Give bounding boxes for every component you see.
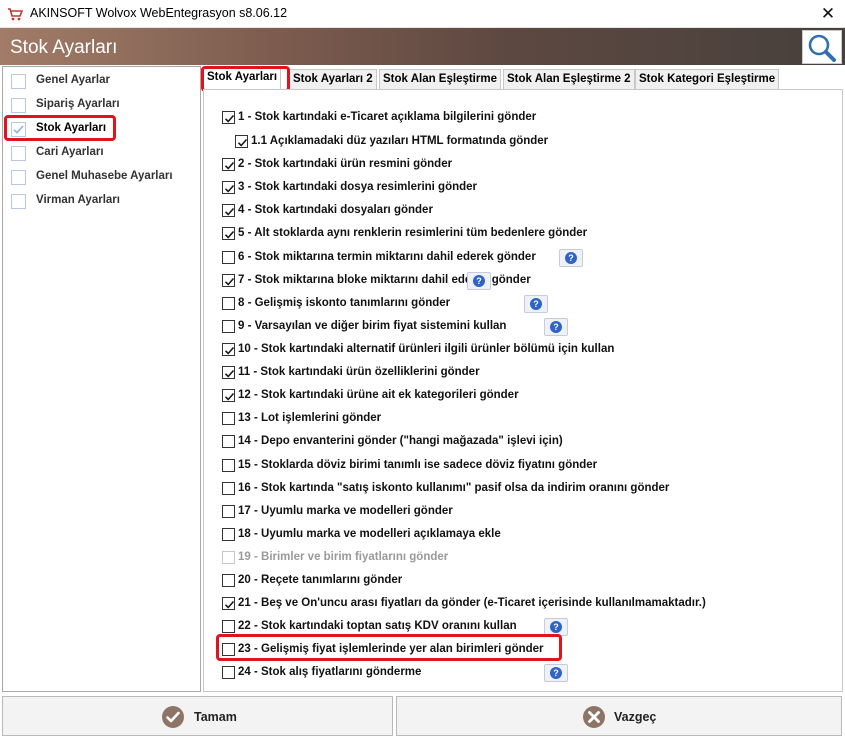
option-checkbox[interactable] bbox=[222, 297, 235, 310]
option-label: 6 - Stok miktarına termin miktarını dahi… bbox=[238, 251, 536, 263]
cancel-button-label: Vazgeç bbox=[614, 710, 657, 724]
option-label: 1 - Stok kartındaki e-Ticaret açıklama b… bbox=[238, 111, 537, 123]
help-button[interactable]: ? bbox=[524, 295, 548, 313]
sidebar-item-label: Genel Muhasebe Ayarları bbox=[36, 170, 173, 182]
window-title: AKINSOFT Wolvox WebEntegrasyon s8.06.12 bbox=[30, 6, 288, 20]
cancel-button[interactable]: Vazgeç bbox=[396, 696, 842, 736]
ok-button[interactable]: Tamam bbox=[2, 696, 393, 736]
help-button[interactable]: ? bbox=[544, 664, 568, 682]
sidebar-item-checkbox[interactable] bbox=[11, 146, 26, 161]
option-label: 4 - Stok kartındaki dosyaları gönder bbox=[238, 204, 433, 216]
option-checkbox[interactable] bbox=[222, 574, 235, 587]
option-checkbox[interactable] bbox=[222, 158, 235, 171]
option-checkbox[interactable] bbox=[222, 459, 235, 472]
checkmark-circle-icon bbox=[162, 706, 184, 728]
question-icon: ? bbox=[473, 275, 485, 287]
option-label: 16 - Stok kartında "satış iskonto kullan… bbox=[238, 482, 670, 494]
sidebar-item-label: Virman Ayarları bbox=[36, 194, 120, 206]
option-label: 8 - Gelişmiş iskonto tanımlarını gönder bbox=[238, 297, 451, 309]
sidebar-item-label: Sipariş Ayarları bbox=[36, 98, 120, 110]
option-label: 21 - Beş ve On'uncu arası fiyatları da g… bbox=[238, 597, 706, 609]
question-icon: ? bbox=[565, 252, 577, 264]
option-label: 10 - Stok kartındaki alternatif ürünleri… bbox=[238, 343, 615, 355]
option-checkbox[interactable] bbox=[222, 111, 235, 124]
option-checkbox[interactable] bbox=[222, 227, 235, 240]
option-label: 14 - Depo envanterini gönder ("hangi mağ… bbox=[238, 435, 563, 447]
settings-panel: 1 - Stok kartındaki e-Ticaret açıklama b… bbox=[203, 89, 843, 692]
tab-2[interactable]: Stok Ayarları 2 bbox=[289, 69, 377, 89]
option-checkbox[interactable] bbox=[222, 320, 235, 333]
question-icon: ? bbox=[550, 667, 562, 679]
option-checkbox[interactable] bbox=[222, 389, 235, 402]
help-button[interactable]: ? bbox=[559, 249, 583, 267]
magnifier-icon bbox=[808, 34, 836, 62]
option-checkbox[interactable] bbox=[222, 412, 235, 425]
option-label: 22 - Stok kartındaki toptan satış KDV or… bbox=[238, 620, 517, 632]
cart-icon bbox=[8, 8, 23, 21]
search-button[interactable] bbox=[802, 30, 842, 64]
option-checkbox[interactable] bbox=[222, 505, 235, 518]
option-label: 13 - Lot işlemlerini gönder bbox=[238, 412, 382, 424]
sidebar-item-checkbox[interactable] bbox=[11, 74, 26, 89]
option-label: 5 - Alt stoklarda aynı renklerin resimle… bbox=[238, 227, 588, 239]
option-checkbox[interactable] bbox=[222, 343, 235, 356]
option-label: 2 - Stok kartındaki ürün resmini gönder bbox=[238, 158, 453, 170]
option-checkbox[interactable] bbox=[222, 204, 235, 217]
option-label: 18 - Uyumlu marka ve modelleri açıklamay… bbox=[238, 528, 501, 540]
tab-4[interactable]: Stok Alan Eşleştirme 2 bbox=[503, 69, 635, 89]
option-23-highlight bbox=[216, 634, 562, 661]
question-icon: ? bbox=[550, 621, 562, 633]
option-checkbox[interactable] bbox=[235, 135, 248, 148]
option-label: 19 - Birimler ve birim fiyatlarını gönde… bbox=[238, 551, 449, 563]
sidebar-item-label: Genel Ayarlar bbox=[36, 74, 110, 86]
sidebar-active-highlight bbox=[4, 115, 116, 141]
option-checkbox bbox=[222, 551, 235, 564]
option-checkbox[interactable] bbox=[222, 620, 235, 633]
sidebar-item-label: Cari Ayarları bbox=[36, 146, 104, 158]
option-label: 17 - Uyumlu marka ve modelleri gönder bbox=[238, 505, 453, 517]
sidebar-item-checkbox[interactable] bbox=[11, 170, 26, 185]
sidebar: Genel Ayarlar Sipariş Ayarları Stok Ayarla… bbox=[2, 66, 201, 692]
option-label: 12 - Stok kartındaki ürüne ait ek katego… bbox=[238, 389, 519, 401]
question-icon: ? bbox=[530, 298, 542, 310]
help-button[interactable]: ? bbox=[544, 318, 568, 336]
question-icon: ? bbox=[550, 321, 562, 333]
option-checkbox[interactable] bbox=[222, 597, 235, 610]
option-label: 24 - Stok alış fiyatlarını gönderme bbox=[238, 666, 422, 678]
sidebar-item-checkbox[interactable] bbox=[11, 98, 26, 113]
title-bar: AKINSOFT Wolvox WebEntegrasyon s8.06.12 … bbox=[0, 0, 845, 28]
option-checkbox[interactable] bbox=[222, 666, 235, 679]
page-title: Stok Ayarları bbox=[10, 37, 118, 58]
option-label: 1.1 Açıklamadaki düz yazıları HTML forma… bbox=[251, 135, 549, 147]
option-checkbox[interactable] bbox=[222, 181, 235, 194]
option-label: 9 - Varsayılan ve diğer birim fiyat sist… bbox=[238, 320, 507, 332]
x-circle-icon bbox=[583, 706, 605, 728]
page-header: Stok Ayarları bbox=[0, 28, 845, 65]
ok-button-label: Tamam bbox=[194, 710, 237, 724]
option-checkbox[interactable] bbox=[222, 482, 235, 495]
option-label: 15 - Stoklarda döviz birimi tanımlı ise … bbox=[238, 459, 598, 471]
help-button[interactable]: ? bbox=[467, 272, 491, 290]
option-checkbox[interactable] bbox=[222, 366, 235, 379]
tab-3[interactable]: Stok Alan Eşleştirme bbox=[379, 69, 501, 89]
option-checkbox[interactable] bbox=[222, 435, 235, 448]
footer: Tamam Vazgeç bbox=[0, 694, 845, 738]
option-checkbox[interactable] bbox=[222, 528, 235, 541]
tab-5[interactable]: Stok Kategori Eşleştirme bbox=[635, 69, 780, 89]
option-label: 3 - Stok kartındaki dosya resimlerini gö… bbox=[238, 181, 478, 193]
option-checkbox[interactable] bbox=[222, 251, 235, 264]
option-label: 20 - Reçete tanımlarını gönder bbox=[238, 574, 403, 586]
sidebar-item-checkbox[interactable] bbox=[11, 194, 26, 209]
option-checkbox[interactable] bbox=[222, 274, 235, 287]
close-button[interactable]: ✕ bbox=[811, 0, 845, 28]
option-label: 11 - Stok kartındaki ürün özelliklerini … bbox=[238, 366, 480, 378]
